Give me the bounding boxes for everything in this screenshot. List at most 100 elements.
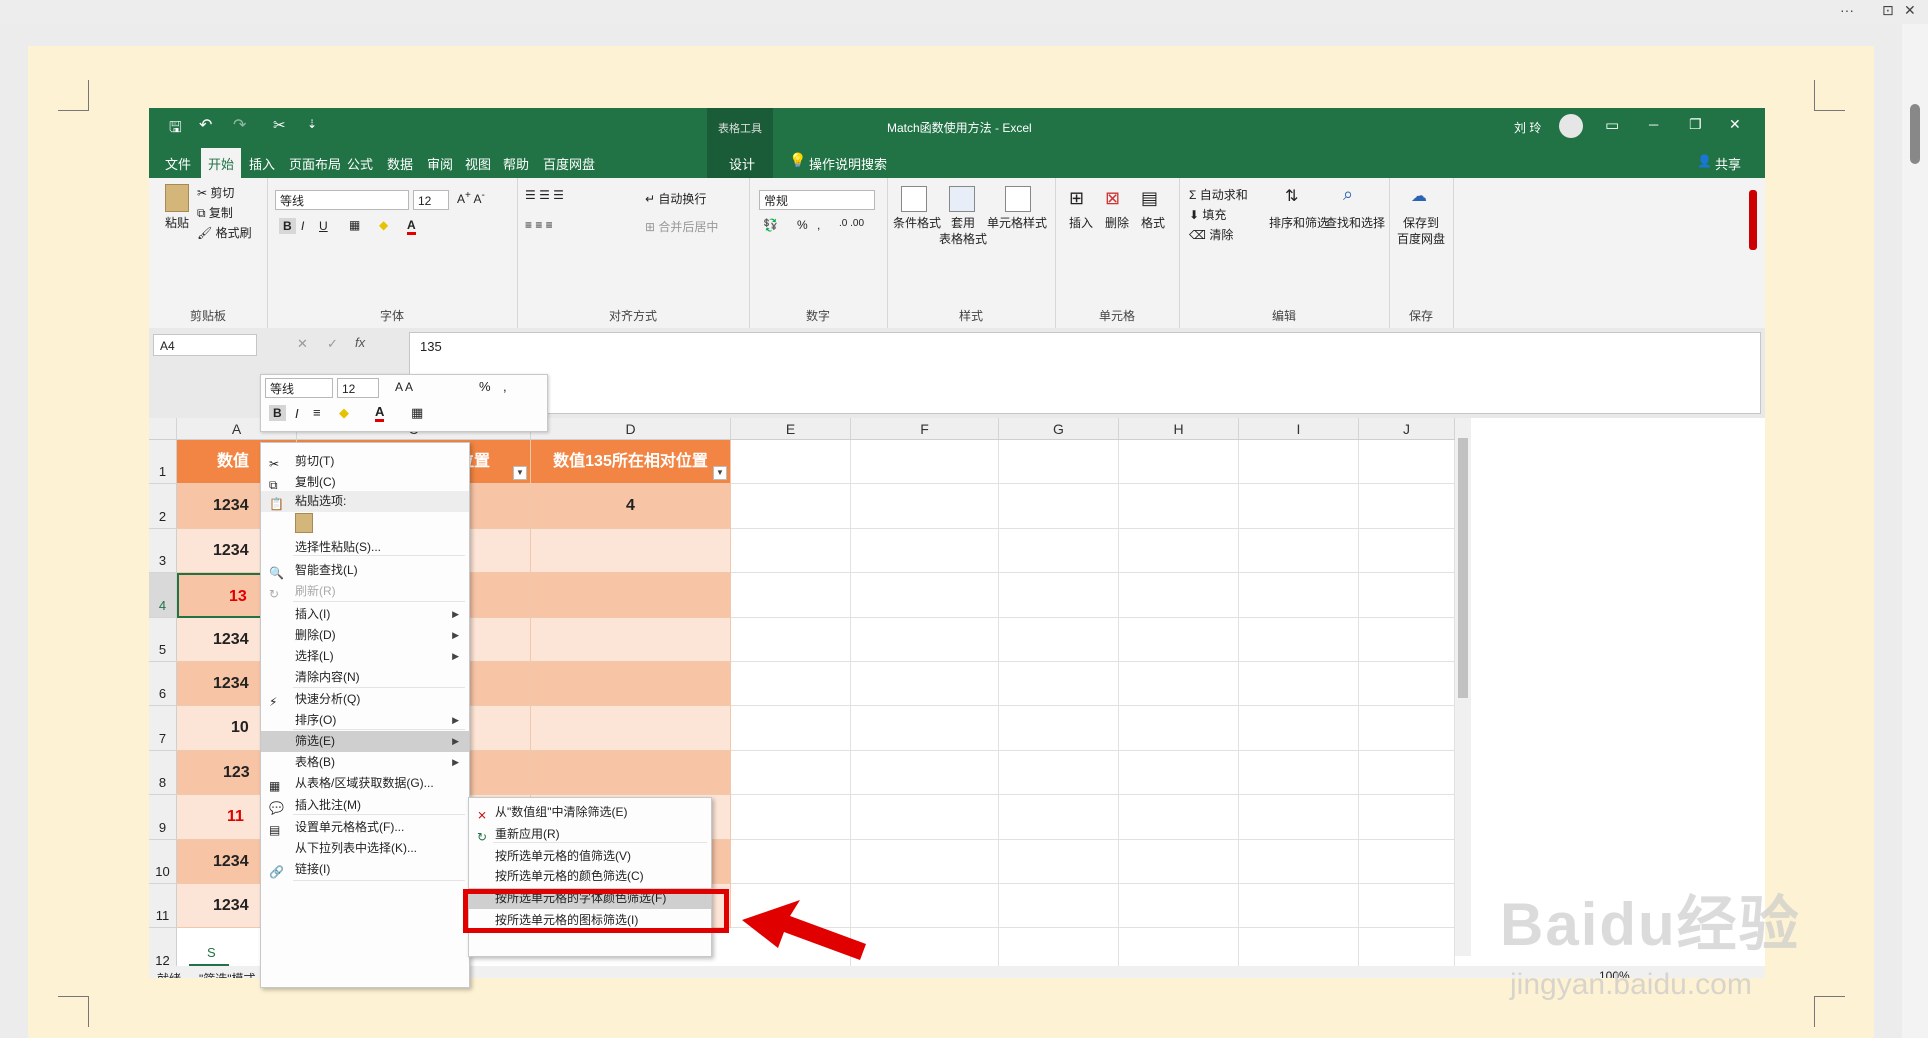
cell[interactable]	[1239, 706, 1359, 751]
name-box[interactable]: A4	[153, 334, 257, 356]
merge-center-button[interactable]: ⊞ 合并后居中	[645, 218, 718, 235]
row-header-1[interactable]: 1	[149, 440, 177, 485]
cut-qat-icon[interactable]: ✂	[273, 116, 286, 134]
cell[interactable]	[1359, 617, 1455, 662]
tab-home[interactable]: 开始	[208, 154, 234, 173]
cell[interactable]	[1359, 706, 1455, 751]
menu-item-copy[interactable]: ⧉ 复制(C)	[261, 472, 469, 493]
cell[interactable]	[851, 528, 999, 574]
cell[interactable]	[999, 750, 1119, 796]
menu-item-smart-lookup[interactable]: 🔍 智能查找(L)	[261, 560, 469, 581]
cell[interactable]	[1359, 573, 1455, 618]
font-size-combo[interactable]: 12	[413, 190, 449, 210]
paste-icon[interactable]	[165, 184, 189, 212]
cell[interactable]	[999, 573, 1119, 618]
table-cell[interactable]	[531, 528, 731, 574]
mini-align-icon[interactable]: ≡	[313, 405, 321, 420]
row-header-2[interactable]: 2	[149, 484, 177, 529]
cell[interactable]	[731, 528, 851, 574]
filter-dropdown-icon[interactable]: ▼	[713, 466, 727, 481]
wrap-text-button[interactable]: ↵ 自动换行	[645, 190, 706, 207]
tab-view[interactable]: 视图	[465, 154, 491, 173]
format-as-table-button[interactable]: 套用	[951, 214, 975, 231]
cell[interactable]	[1359, 662, 1455, 707]
row-header-3[interactable]: 3	[149, 528, 177, 574]
cell[interactable]	[731, 706, 851, 751]
save-to-button[interactable]: 保存到	[1403, 214, 1439, 231]
undo-icon[interactable]: ↶	[199, 115, 212, 135]
cell[interactable]	[1359, 795, 1455, 840]
menu-item-pick-from-list[interactable]: 从下拉列表中选择(K)...	[261, 838, 469, 859]
submenu-item-filter-by-color[interactable]: 按所选单元格的颜色筛选(C)	[469, 866, 711, 887]
menu-item-select[interactable]: 选择(L) ▶	[261, 646, 469, 667]
mini-bold-button[interactable]: B	[269, 405, 286, 421]
table-cell[interactable]	[531, 662, 731, 707]
tab-help[interactable]: 帮助	[503, 154, 529, 173]
enter-icon[interactable]: ✓	[327, 336, 338, 352]
cell[interactable]	[851, 617, 999, 662]
col-header-e[interactable]: E	[731, 418, 851, 440]
ribbon-scroll-thumb[interactable]	[1749, 190, 1757, 250]
row-header-9[interactable]: 9	[149, 795, 177, 840]
tab-review[interactable]: 审阅	[427, 154, 453, 173]
tab-page-layout[interactable]: 页面布局	[289, 154, 341, 173]
cell[interactable]	[1359, 440, 1455, 485]
avatar[interactable]	[1559, 114, 1583, 138]
cell[interactable]	[1359, 528, 1455, 574]
ribbon-display-options-icon[interactable]: ▭	[1605, 116, 1619, 134]
insert-function-icon[interactable]: fx	[355, 335, 365, 350]
insert-cells-icon[interactable]: ⊞	[1069, 188, 1084, 209]
cell[interactable]	[1239, 662, 1359, 707]
row-header-10[interactable]: 10	[149, 839, 177, 884]
menu-item-table[interactable]: 表格(B) ▶	[261, 752, 469, 773]
cell[interactable]	[1119, 839, 1239, 884]
sheet-tab[interactable]: S	[189, 942, 229, 966]
cell[interactable]	[999, 706, 1119, 751]
clear-button[interactable]: ⌫ 清除	[1189, 226, 1233, 243]
col-header-i[interactable]: I	[1239, 418, 1359, 440]
col-header-g[interactable]: G	[999, 418, 1119, 440]
cell[interactable]	[851, 662, 999, 707]
cell[interactable]	[851, 839, 999, 884]
mini-border-icon[interactable]: ▦	[411, 405, 423, 421]
close-icon[interactable]: ✕	[1904, 2, 1916, 19]
font-color-icon[interactable]: A	[407, 218, 416, 235]
table-cell[interactable]	[531, 750, 731, 796]
format-cells-button[interactable]: 格式	[1141, 214, 1165, 231]
menu-item-cut[interactable]: ✂ 剪切(T)	[261, 451, 469, 472]
find-select-icon[interactable]: ⌕	[1343, 184, 1353, 205]
cell[interactable]	[1239, 573, 1359, 618]
col-header-h[interactable]: H	[1119, 418, 1239, 440]
col-header-d[interactable]: D	[531, 418, 731, 440]
autosum-button[interactable]: Σ 自动求和	[1189, 186, 1248, 203]
fill-button[interactable]: ⬇ 填充	[1189, 206, 1226, 223]
cell[interactable]	[1359, 484, 1455, 529]
cell[interactable]	[1239, 484, 1359, 529]
menu-item-sort[interactable]: 排序(O) ▶	[261, 710, 469, 731]
menu-item-get-data[interactable]: ▦ 从表格/区域获取数据(G)...	[261, 773, 469, 794]
mini-percent-button[interactable]: %	[479, 379, 491, 394]
col-header-f[interactable]: F	[851, 418, 999, 440]
cell[interactable]	[1119, 617, 1239, 662]
tab-home-active[interactable]: 开始	[201, 148, 241, 178]
cell[interactable]	[1239, 839, 1359, 884]
bold-button[interactable]: B	[279, 218, 296, 234]
submenu-item-clear-filter[interactable]: ⨯ 从"数值组"中清除筛选(E)	[469, 802, 711, 823]
mini-font-combo[interactable]: 等线	[265, 378, 333, 398]
cell[interactable]	[851, 750, 999, 796]
menu-item-quick-analysis[interactable]: ⚡ 快速分析(Q)	[261, 689, 469, 710]
menu-item-delete[interactable]: 删除(D) ▶	[261, 625, 469, 646]
baidu-pan-icon[interactable]: ☁	[1411, 186, 1427, 206]
reader-scrollbar[interactable]	[1902, 24, 1928, 1038]
cut-button[interactable]: ✂ 剪切	[197, 184, 234, 201]
table-cell[interactable]	[531, 617, 731, 662]
tab-design[interactable]: 设计	[729, 154, 755, 173]
select-all-corner[interactable]	[149, 418, 177, 440]
cell[interactable]	[1239, 750, 1359, 796]
tab-baidu-pan[interactable]: 百度网盘	[543, 154, 595, 173]
cell[interactable]	[999, 528, 1119, 574]
table-cell[interactable]: 4	[531, 484, 731, 529]
menu-item-refresh[interactable]: ↻ 刷新(R)	[261, 581, 469, 602]
cell[interactable]	[1119, 795, 1239, 840]
minimize-icon[interactable]: ─	[1649, 117, 1658, 132]
